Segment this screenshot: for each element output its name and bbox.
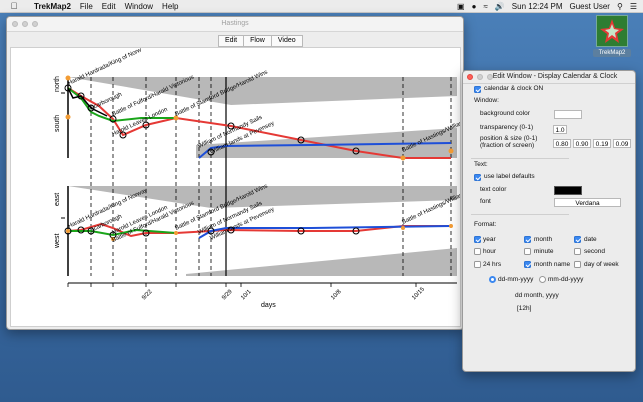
divider <box>471 214 569 215</box>
clock-time[interactable]: Sun 12:24 PM <box>512 2 563 11</box>
second-label: second <box>584 248 605 255</box>
gray-band-top-north <box>68 77 457 105</box>
prefs-title: Edit Window - Display Calendar & Clock <box>492 73 618 80</box>
divider <box>471 158 569 159</box>
date-checkbox[interactable] <box>574 236 581 243</box>
tab-video[interactable]: Video <box>270 35 303 47</box>
event-lines <box>90 77 452 276</box>
month-label: month <box>534 236 553 243</box>
position-x-field[interactable]: 0.80 <box>553 139 571 148</box>
menu-window[interactable]: Window <box>125 2 153 11</box>
month-checkbox[interactable] <box>524 236 531 243</box>
font-field[interactable]: Verdana <box>554 198 621 207</box>
year-label: year <box>483 236 496 243</box>
format-header: Format: <box>474 221 497 228</box>
search-icon[interactable]: ⚲ <box>617 2 623 11</box>
main-window-titlebar[interactable]: Hastings <box>7 17 463 32</box>
user-name[interactable]: Guest User <box>570 2 610 11</box>
background-color-label: background color <box>480 110 530 117</box>
hour-label: hour <box>483 248 497 255</box>
prefs-close-button[interactable] <box>467 74 473 80</box>
transparency-field[interactable]: 1.0 <box>553 125 567 134</box>
position-width-field[interactable]: 0.19 <box>593 139 611 148</box>
sample-date: dd month, yyyy <box>515 292 559 299</box>
format-dd-mm-yyyy-radio[interactable] <box>489 276 496 283</box>
transparency-label: transparency (0-1) <box>480 124 534 131</box>
position-label-sub: (fraction of screen) <box>480 142 535 149</box>
menu-file[interactable]: File <box>80 2 93 11</box>
prefs-titlebar[interactable]: Edit Window - Display Calendar & Clock <box>463 71 635 84</box>
year-checkbox[interactable] <box>474 236 481 243</box>
desktop-icon-label: TrekMap2 <box>593 49 631 57</box>
month-name-checkbox[interactable] <box>524 261 531 268</box>
south-label: south <box>54 115 61 132</box>
plot-area[interactable]: north south east west Harald Hardrada/Ki… <box>10 47 463 327</box>
window-title: Hastings <box>221 20 249 27</box>
desktop-app-icon[interactable]: TrekMap2 <box>593 15 631 57</box>
tab-flow[interactable]: Flow <box>243 35 272 47</box>
west-label: west <box>54 234 61 249</box>
calendar-clock-label: calendar & clock ON <box>484 85 544 92</box>
user-icon[interactable]: ● <box>472 2 477 11</box>
prefs-zoom-button[interactable] <box>487 74 493 80</box>
timeline-plot: north south east west Harald Hardrada/Ki… <box>54 47 463 309</box>
minute-label: minute <box>534 248 554 255</box>
use-label-defaults-label: use label defaults <box>484 173 535 180</box>
month-name-label: month name <box>534 261 571 268</box>
menu-help[interactable]: Help <box>162 2 178 11</box>
prefs-minimize-button[interactable] <box>477 74 483 80</box>
x-tick-label: 9/22 <box>141 288 154 301</box>
east-label: east <box>54 193 61 206</box>
tab-edit[interactable]: Edit <box>218 35 245 47</box>
position-y-field[interactable]: 0.90 <box>573 139 591 148</box>
x-tick-label: 10/1 <box>240 288 253 301</box>
24hrs-checkbox[interactable] <box>474 261 481 268</box>
gray-band-bottom-west <box>186 248 457 276</box>
calendar-clock-checkbox[interactable] <box>474 86 481 93</box>
24hrs-label: 24 hrs <box>483 261 502 268</box>
minimize-button[interactable] <box>22 21 28 27</box>
main-window: Hastings Edit Flow Video north south eas… <box>6 16 464 330</box>
zoom-button[interactable] <box>32 21 38 27</box>
font-label: font <box>480 198 491 205</box>
menu-list-icon[interactable]: ☰ <box>630 2 637 11</box>
second-checkbox[interactable] <box>574 248 581 255</box>
sample-time: [12h] <box>517 305 532 312</box>
mode-tabs: Edit Flow Video <box>218 35 303 47</box>
x-tick-labels: 9/22 9/29 10/1 10/8 10/15 <box>141 286 426 301</box>
use-label-defaults-checkbox[interactable] <box>474 174 481 181</box>
volume-icon[interactable]: 🔊 <box>495 2 505 11</box>
text-header: Text: <box>474 161 488 168</box>
x-tick-label: 10/8 <box>330 288 343 301</box>
day-of-week-checkbox[interactable] <box>574 261 581 268</box>
background-color-swatch[interactable] <box>554 110 582 119</box>
menu-edit[interactable]: Edit <box>102 2 116 11</box>
display-calendar-clock-window: Edit Window - Display Calendar & Clock c… <box>462 70 636 372</box>
shield-icon[interactable]: ▣ <box>457 2 465 11</box>
x-tick-label: 10/15 <box>411 286 426 301</box>
menu-app-name[interactable]: TrekMap2 <box>34 2 71 11</box>
x-ticks <box>67 283 417 287</box>
text-color-swatch[interactable] <box>554 186 582 195</box>
hour-checkbox[interactable] <box>474 248 481 255</box>
position-height-field[interactable]: 0.09 <box>613 139 631 148</box>
format-dd-mm-yyyy-label: dd-mm-yyyy <box>498 276 534 283</box>
day-of-week-label: day of week <box>584 261 619 268</box>
trekmap-logo-icon <box>596 15 628 47</box>
window-header: Window: <box>474 97 499 104</box>
minute-checkbox[interactable] <box>524 248 531 255</box>
close-button[interactable] <box>12 21 18 27</box>
text-color-label: text color <box>480 186 507 193</box>
x-tick-label: 9/29 <box>221 288 234 301</box>
menu-bar:  TrekMap2 File Edit Window Help ▣ ● ≈ 🔊… <box>0 0 643 13</box>
north-label: north <box>54 76 61 92</box>
position-label: position & size (0-1) <box>480 135 538 142</box>
format-mm-dd-yyyy-radio[interactable] <box>539 276 546 283</box>
format-mm-dd-yyyy-label: mm-dd-yyyy <box>548 276 584 283</box>
wifi-icon[interactable]: ≈ <box>483 2 487 11</box>
apple-icon[interactable]:  <box>8 1 20 11</box>
date-label: date <box>584 236 597 243</box>
x-axis-label: days <box>261 302 276 309</box>
